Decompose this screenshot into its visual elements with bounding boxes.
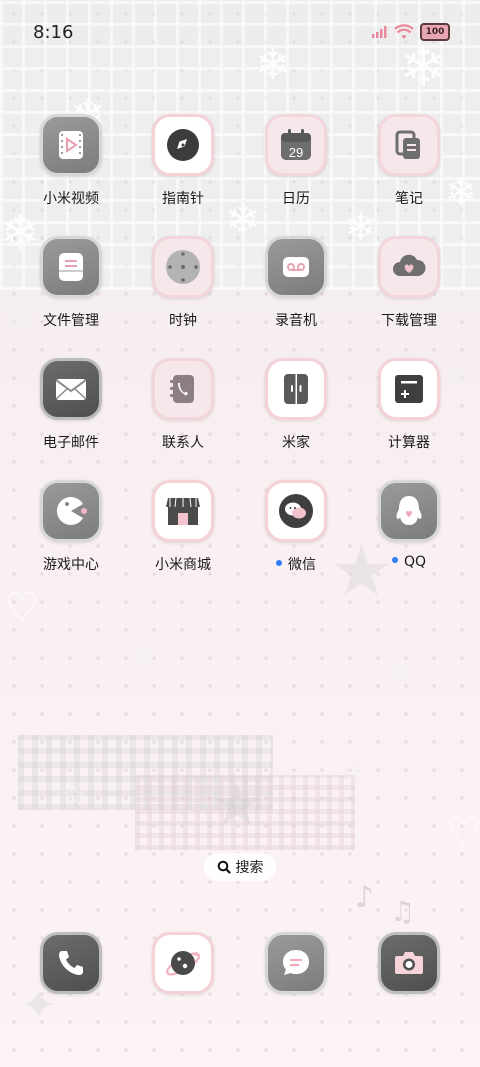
star-decoration: ★	[210, 770, 264, 840]
app-label: 小米视频	[43, 191, 99, 207]
star-decoration: ☆	[342, 758, 364, 786]
file-manager-icon	[40, 236, 102, 298]
calculator-icon	[378, 358, 440, 420]
dock-camera[interactable]	[354, 932, 464, 996]
app-label: 笔记	[395, 191, 423, 207]
recorder-icon	[265, 236, 327, 298]
app-mi-store[interactable]: 小米商城	[128, 480, 238, 580]
app-download-manager[interactable]: 下载管理	[354, 236, 464, 336]
app-label-text: QQ	[403, 554, 427, 570]
app-label: 录音机	[275, 313, 317, 329]
app-calendar[interactable]: 29 日历	[241, 114, 351, 214]
app-compass[interactable]: 指南针	[128, 114, 238, 214]
status-bar: 8:16 100	[0, 0, 480, 60]
music-note-decoration: ♪	[355, 880, 375, 915]
new-badge	[391, 557, 398, 563]
new-badge	[276, 560, 282, 566]
clock-icon	[152, 236, 214, 298]
app-label: 下载管理	[381, 313, 437, 329]
browser-icon	[152, 932, 214, 994]
music-note-decoration: ♫	[390, 895, 416, 928]
app-label: 联系人	[162, 435, 204, 451]
signal-icon	[372, 26, 387, 38]
compass-icon	[152, 114, 214, 176]
heart-decoration: ♡	[446, 810, 480, 856]
app-mi-video[interactable]: 小米视频	[16, 114, 126, 214]
app-label: QQ	[354, 554, 464, 570]
app-label: 计算器	[388, 435, 430, 451]
app-label: 指南针	[162, 191, 204, 207]
battery-icon: 100	[420, 23, 450, 41]
app-notes[interactable]: 笔记	[354, 114, 464, 214]
search-icon	[217, 860, 231, 874]
app-calculator[interactable]: 计算器	[354, 358, 464, 458]
mijia-icon	[265, 358, 327, 420]
app-mijia[interactable]: 米家	[241, 358, 351, 458]
dock-messages[interactable]	[241, 932, 351, 996]
app-label: 游戏中心	[43, 557, 99, 573]
app-file-manager[interactable]: 文件管理	[16, 236, 126, 336]
app-label: 时钟	[169, 313, 197, 329]
download-manager-icon	[378, 236, 440, 298]
app-label: 文件管理	[43, 313, 99, 329]
search-label: 搜索	[235, 860, 264, 876]
app-clock[interactable]: 时钟	[128, 236, 238, 336]
game-center-icon	[40, 480, 102, 542]
app-label: 小米商城	[155, 557, 211, 573]
app-email[interactable]: 电子邮件	[16, 358, 126, 458]
app-qq[interactable]: QQ	[354, 480, 464, 580]
phone-icon	[40, 932, 102, 994]
search-button[interactable]: 搜索	[204, 853, 276, 881]
app-label: 日历	[282, 191, 310, 207]
video-icon	[40, 114, 102, 176]
app-game-center[interactable]: 游戏中心	[16, 480, 126, 580]
star-decoration: ☆	[132, 638, 159, 673]
app-label: 微信	[241, 554, 351, 574]
camera-icon	[378, 932, 440, 994]
heart-decoration: ♡	[4, 585, 40, 631]
wechat-icon	[265, 480, 327, 542]
dock-phone[interactable]	[16, 932, 126, 996]
app-label: 米家	[282, 435, 310, 451]
status-time: 8:16	[33, 22, 74, 43]
calendar-icon: 29	[265, 114, 327, 176]
mi-store-icon	[152, 480, 214, 542]
star-decoration: ☆	[388, 656, 415, 691]
calendar-day: 29	[289, 145, 303, 160]
star-decoration: ☆	[60, 778, 87, 813]
wifi-icon	[394, 24, 414, 39]
qq-icon	[378, 480, 440, 542]
app-label: 电子邮件	[43, 435, 99, 451]
app-recorder[interactable]: 录音机	[241, 236, 351, 336]
notes-icon	[378, 114, 440, 176]
app-contacts[interactable]: 联系人	[128, 358, 238, 458]
app-label-text: 微信	[288, 557, 316, 573]
app-wechat[interactable]: 微信	[241, 480, 351, 580]
messages-icon	[265, 932, 327, 994]
dock-browser[interactable]	[128, 932, 238, 996]
contacts-icon	[152, 358, 214, 420]
email-icon	[40, 358, 102, 420]
